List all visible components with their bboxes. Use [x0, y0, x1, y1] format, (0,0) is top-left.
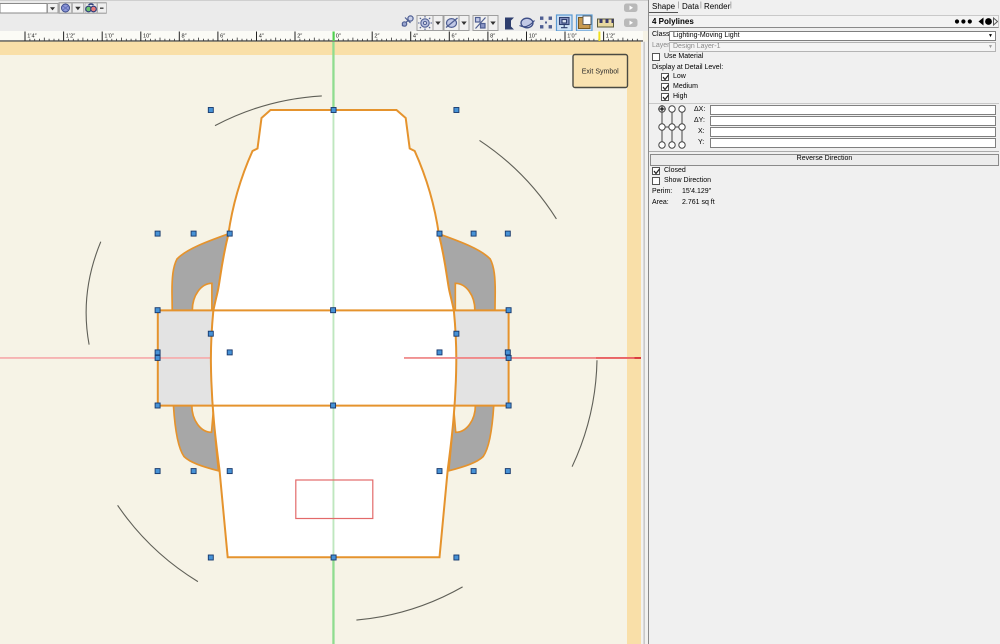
- svg-text:4″: 4″: [413, 34, 418, 40]
- svg-text:4″: 4″: [259, 34, 264, 40]
- svg-text:1’4″: 1’4″: [27, 34, 36, 40]
- svg-text:2″: 2″: [297, 34, 302, 40]
- svg-text:1’0″: 1’0″: [567, 34, 576, 40]
- svg-text:10″: 10″: [143, 34, 151, 40]
- svg-text:10″: 10″: [529, 34, 537, 40]
- svg-text:1’0″: 1’0″: [104, 34, 113, 40]
- svg-text:8″: 8″: [490, 34, 495, 40]
- svg-text:1’2″: 1’2″: [66, 34, 75, 40]
- svg-text:Exit Symbol: Exit Symbol: [582, 69, 619, 76]
- svg-text:2″: 2″: [374, 34, 379, 40]
- svg-text:8″: 8″: [182, 34, 187, 40]
- svg-text:1’2″: 1’2″: [606, 34, 615, 40]
- svg-text:0″: 0″: [336, 34, 341, 40]
- svg-text:6″: 6″: [452, 34, 457, 40]
- svg-text:6″: 6″: [220, 34, 225, 40]
